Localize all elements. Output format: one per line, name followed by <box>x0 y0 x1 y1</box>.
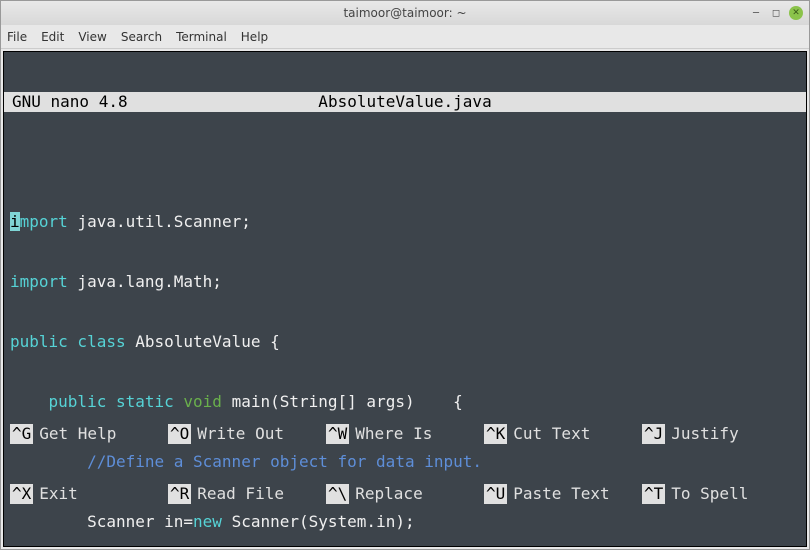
terminal-window: taimoor@taimoor: ~ ─ ◻ ✕ File Edit View … <box>0 0 810 550</box>
minimize-icon[interactable]: ─ <box>749 6 763 20</box>
close-icon[interactable]: ✕ <box>789 6 803 20</box>
terminal-area[interactable]: GNU nano 4.8 AbsoluteValue.java import j… <box>3 51 807 547</box>
footer-row: ^XExit ^RRead File ^\Replace ^UPaste Tex… <box>10 484 800 504</box>
menubar: File Edit View Search Terminal Help <box>1 25 809 49</box>
shortcut-justify[interactable]: ^JJustify <box>642 424 800 444</box>
nano-version: GNU nano 4.8 <box>4 92 128 112</box>
shortcut-paste-text[interactable]: ^UPaste Text <box>484 484 642 504</box>
code-line: import java.lang.Math; <box>10 272 800 292</box>
menu-terminal[interactable]: Terminal <box>176 30 227 44</box>
titlebar: taimoor@taimoor: ~ ─ ◻ ✕ <box>1 1 809 25</box>
menu-file[interactable]: File <box>7 30 27 44</box>
shortcut-cut-text[interactable]: ^KCut Text <box>484 424 642 444</box>
menu-help[interactable]: Help <box>241 30 268 44</box>
menu-edit[interactable]: Edit <box>41 30 64 44</box>
menu-view[interactable]: View <box>78 30 106 44</box>
shortcut-exit[interactable]: ^XExit <box>10 484 168 504</box>
window-controls: ─ ◻ ✕ <box>749 6 803 20</box>
cursor: i <box>10 212 20 231</box>
code-line: public class AbsoluteValue { <box>10 332 800 352</box>
footer-row: ^GGet Help ^OWrite Out ^WWhere Is ^KCut … <box>10 424 800 444</box>
nano-filename: AbsoluteValue.java <box>318 92 491 112</box>
nano-header: GNU nano 4.8 AbsoluteValue.java <box>4 92 806 112</box>
shortcut-write-out[interactable]: ^OWrite Out <box>168 424 326 444</box>
maximize-icon[interactable]: ◻ <box>769 6 783 20</box>
nano-footer: ^GGet Help ^OWrite Out ^WWhere Is ^KCut … <box>4 384 806 546</box>
shortcut-to-spell[interactable]: ^TTo Spell <box>642 484 800 504</box>
window-title: taimoor@taimoor: ~ <box>343 6 466 20</box>
shortcut-replace[interactable]: ^\Replace <box>326 484 484 504</box>
shortcut-where-is[interactable]: ^WWhere Is <box>326 424 484 444</box>
menu-search[interactable]: Search <box>121 30 162 44</box>
shortcut-read-file[interactable]: ^RRead File <box>168 484 326 504</box>
code-line: import java.util.Scanner; <box>10 212 800 232</box>
shortcut-get-help[interactable]: ^GGet Help <box>10 424 168 444</box>
